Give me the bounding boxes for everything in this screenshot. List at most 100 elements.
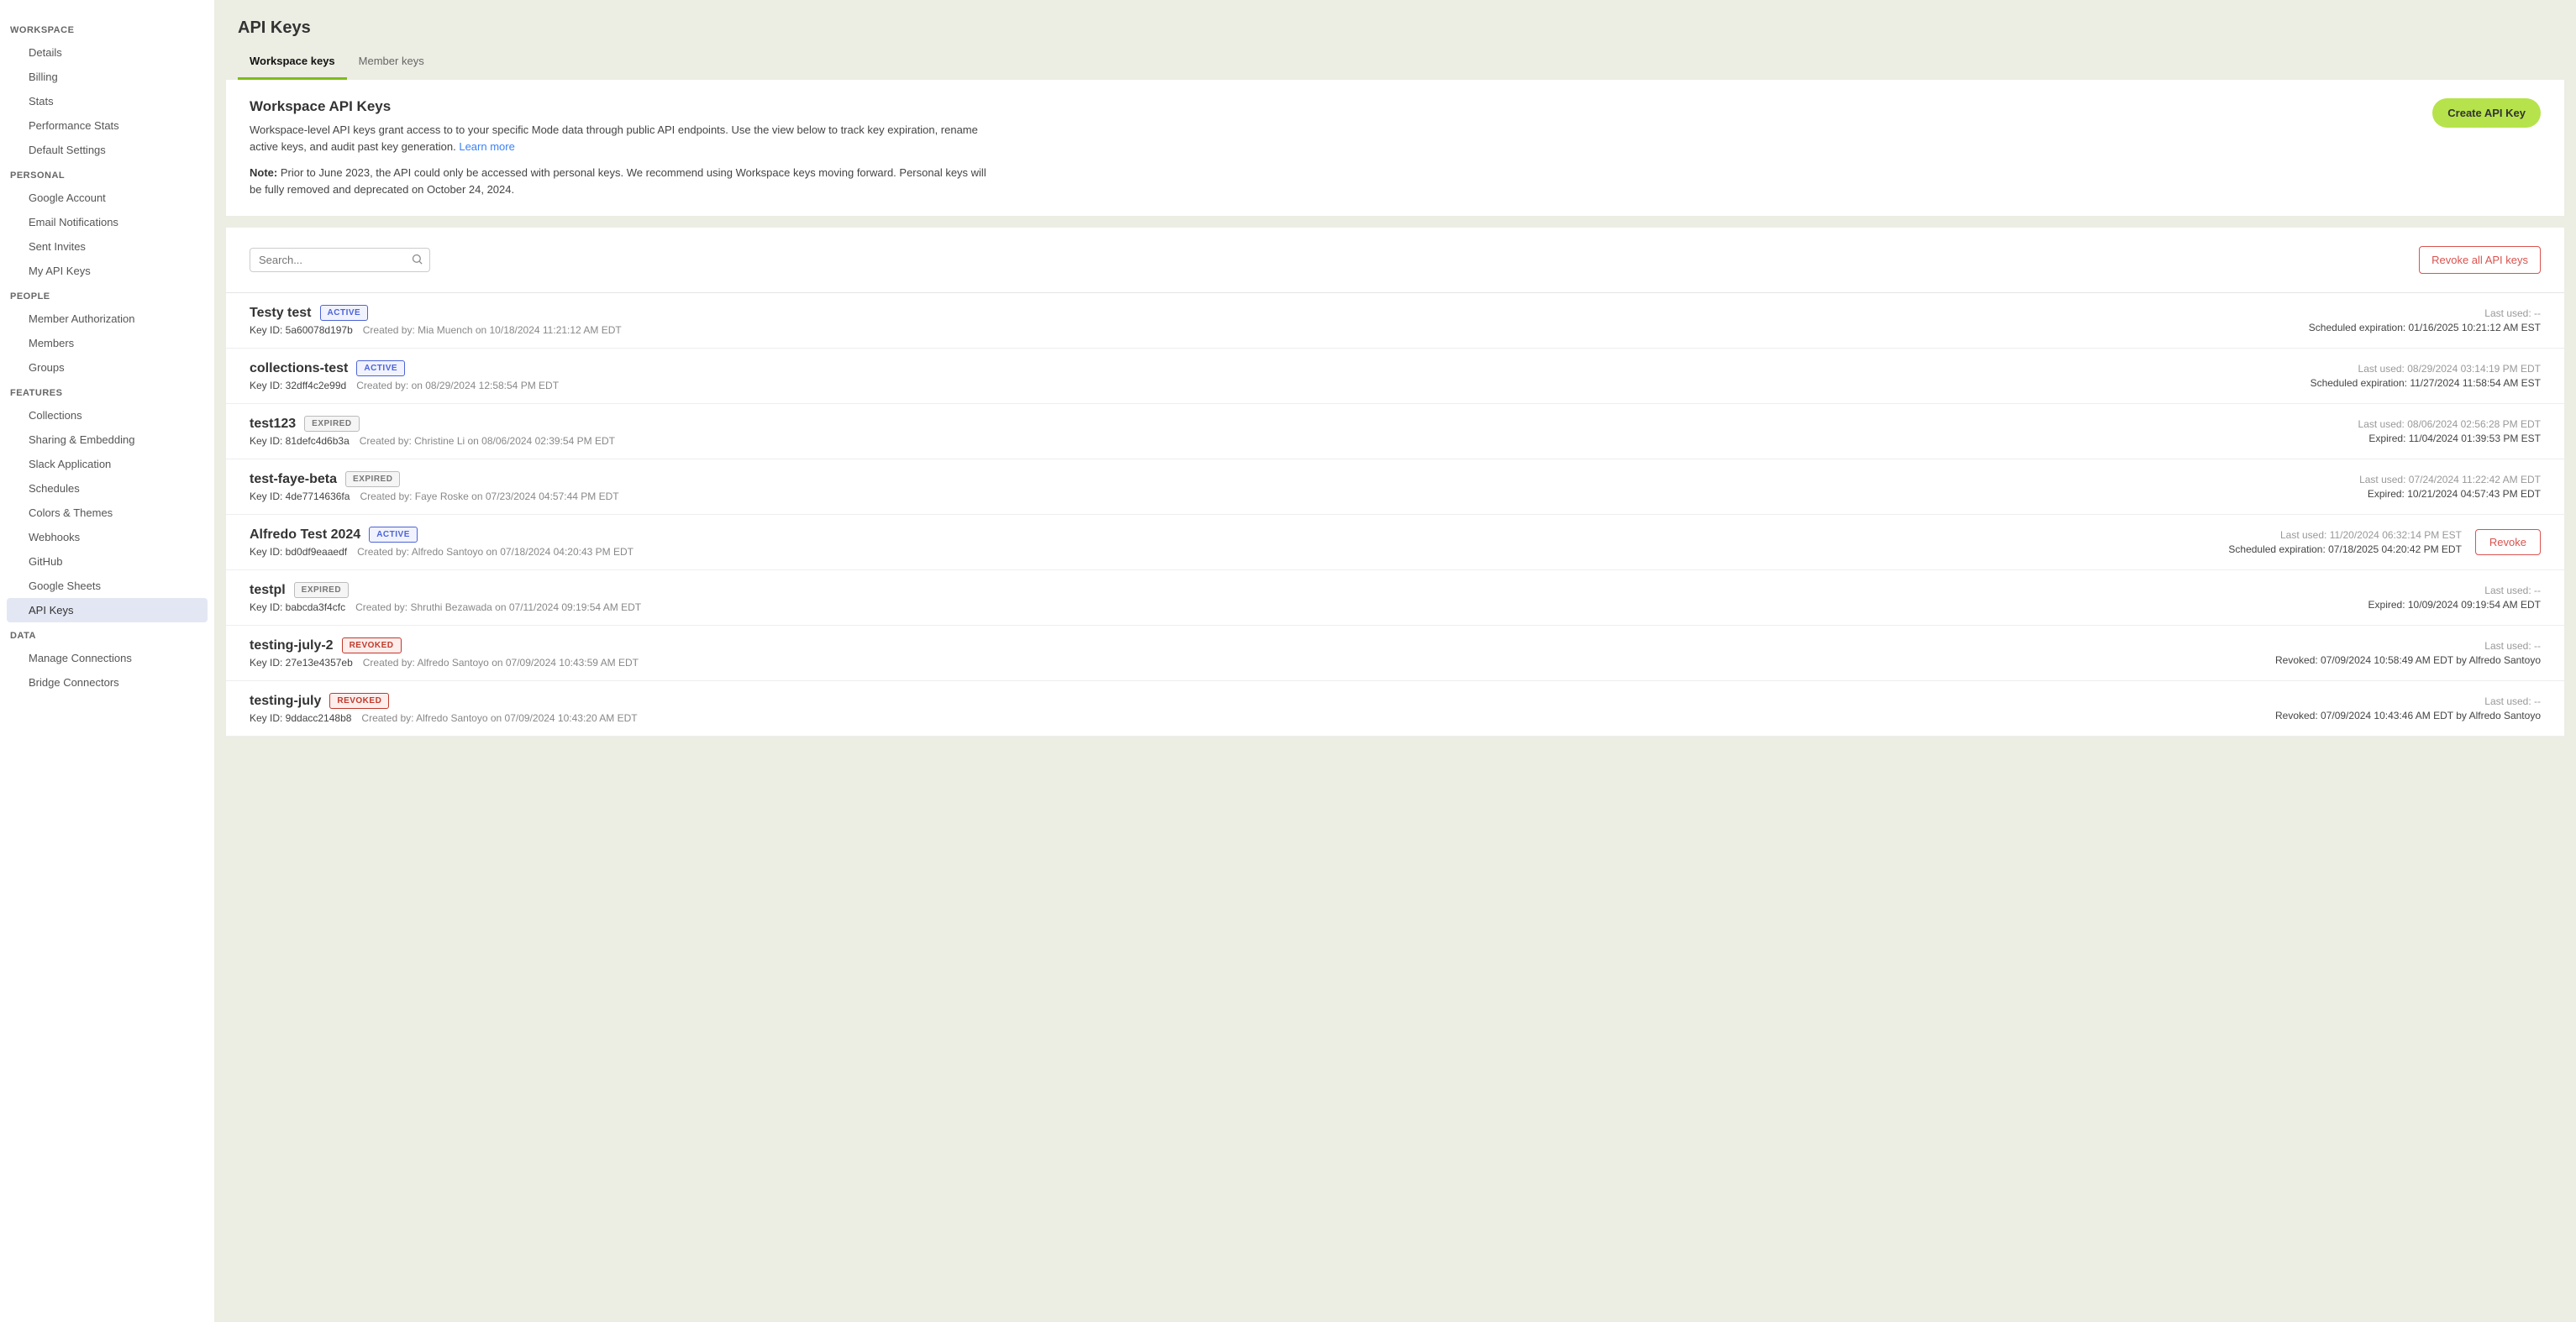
sidebar-item-bridge-connectors[interactable]: Bridge Connectors xyxy=(7,670,208,695)
keys-toolbar: Revoke all API keys xyxy=(226,228,2564,293)
last-used: Last used: -- xyxy=(2309,307,2541,319)
key-meta: Key ID: 9ddacc2148b8Created by: Alfredo … xyxy=(250,712,2258,724)
key-meta: Key ID: bd0df9eaaedfCreated by: Alfredo … xyxy=(250,546,2211,558)
sidebar-item-groups[interactable]: Groups xyxy=(7,355,208,380)
sidebar-item-schedules[interactable]: Schedules xyxy=(7,476,208,501)
sidebar-item-performance-stats[interactable]: Performance Stats xyxy=(7,113,208,138)
tab-member-keys[interactable]: Member keys xyxy=(347,45,436,80)
key-meta: Key ID: 5a60078d197bCreated by: Mia Muen… xyxy=(250,324,2292,336)
created-by: Created by: on 08/29/2024 12:58:54 PM ED… xyxy=(356,380,559,391)
api-key-row[interactable]: collections-test ACTIVE Key ID: 32dff4c2e9… xyxy=(226,349,2564,404)
status-badge: EXPIRED xyxy=(345,471,400,487)
created-by: Created by: Shruthi Bezawada on 07/11/20… xyxy=(355,601,641,613)
key-meta: Key ID: 27e13e4357eb Created by: Alfredo … xyxy=(250,657,2258,669)
sidebar-item-collections[interactable]: Collections xyxy=(7,403,208,428)
status-line: Scheduled expiration: 11/27/2024 11:58:5… xyxy=(2311,377,2541,389)
key-meta: Key ID: babcda3f4cfc Created by: Shruthi … xyxy=(250,601,2352,613)
sidebar-item-member-authorization[interactable]: Member Authorization xyxy=(7,307,208,331)
created-by: Created by: Faye Roske on 07/23/2024 04:… xyxy=(360,491,618,502)
key-name: test123 xyxy=(250,417,296,432)
sidebar-item-sharing-embedding[interactable]: Sharing & Embedding xyxy=(7,428,208,452)
key-id: Key ID: 4de7714636fa xyxy=(250,491,350,502)
key-name: Testy test xyxy=(250,306,312,321)
last-used: Last used: 11/20/2024 06:32:14 PM EST xyxy=(2228,529,2462,541)
status-line: Revoked: 07/09/2024 10:43:46 AM EDT by A… xyxy=(2275,710,2541,721)
status-line: Expired: 10/09/2024 09:19:54 AM EDT xyxy=(2368,599,2541,611)
created-by: Created by: Alfredo Santoyo on 07/09/202… xyxy=(363,657,639,669)
sidebar-item-default-settings[interactable]: Default Settings xyxy=(7,138,208,162)
status-badge: REVOKED xyxy=(329,693,389,709)
sidebar-section-header: PERSONAL xyxy=(0,162,214,186)
created-by: Created by: Mia Muench on 10/18/2024 11:… xyxy=(363,324,622,336)
create-api-key-button[interactable]: Create API Key xyxy=(2432,98,2541,128)
last-used: Last used: 08/06/2024 02:56:28 PM EDT xyxy=(2358,418,2541,430)
sidebar-item-google-account[interactable]: Google Account xyxy=(7,186,208,210)
key-name: testing-july-2 xyxy=(250,638,334,653)
key-id: Key ID: babcda3f4cfc xyxy=(250,601,345,613)
revoke-button[interactable]: Revoke xyxy=(2475,529,2541,555)
status-badge: ACTIVE xyxy=(320,305,369,321)
api-key-row[interactable]: testing-july-2REVOKEDKey ID: 27e13e4357e… xyxy=(226,626,2564,681)
status-line: Scheduled expiration: 07/18/2025 04:20:4… xyxy=(2228,543,2462,555)
sidebar-item-details[interactable]: Details xyxy=(7,40,208,65)
api-key-row[interactable]: testplEXPIREDKey ID: babcda3f4cfcCreated… xyxy=(226,570,2564,626)
last-used: Last used: 07/24/2024 11:22:42 AM EDT xyxy=(2359,474,2541,485)
key-meta: Key ID: 4de7714636fa Created by: Faye Ros… xyxy=(250,491,2342,502)
sidebar-item-google-sheets[interactable]: Google Sheets xyxy=(7,574,208,598)
search-input[interactable] xyxy=(250,248,430,272)
sidebar-item-members[interactable]: Members xyxy=(7,331,208,355)
sidebar-item-slack-application[interactable]: Slack Application xyxy=(7,452,208,476)
sidebar-section-header: PEOPLE xyxy=(0,283,214,307)
sidebar-section-header: DATA xyxy=(0,622,214,646)
key-name: testing-july xyxy=(250,694,321,709)
key-name: test-faye-beta xyxy=(250,472,337,487)
api-key-row[interactable]: test-faye-beta EXPIRED Key ID: 4de7714636f… xyxy=(226,459,2564,515)
search-icon xyxy=(411,253,423,268)
main-content: API Keys Workspace keysMember keys Works… xyxy=(214,0,2576,1322)
section-title: Workspace API Keys xyxy=(250,98,989,115)
sidebar-item-github[interactable]: GitHub xyxy=(7,549,208,574)
tabs: Workspace keysMember keys xyxy=(214,45,2576,80)
sidebar: WORKSPACEDetailsBillingStatsPerformance … xyxy=(0,0,214,1322)
sidebar-section-header: FEATURES xyxy=(0,380,214,403)
api-key-row[interactable]: testing-july REVOKED Key ID: 9ddacc2148b8C… xyxy=(226,681,2564,737)
sidebar-item-webhooks[interactable]: Webhooks xyxy=(7,525,208,549)
status-line: Revoked: 07/09/2024 10:58:49 AM EDT by A… xyxy=(2275,654,2541,666)
page-title: API Keys xyxy=(214,0,2576,45)
key-id: Key ID: 9ddacc2148b8 xyxy=(250,712,351,724)
revoke-all-button[interactable]: Revoke all API keys xyxy=(2419,246,2541,274)
key-name: collections-test xyxy=(250,361,348,376)
learn-more-link[interactable]: Learn more xyxy=(459,140,514,153)
api-key-row[interactable]: test123 EXPIRED Key ID: 81defc4d6b3a Create… xyxy=(226,404,2564,459)
status-badge: EXPIRED xyxy=(304,416,359,432)
key-id: Key ID: 32dff4c2e99d xyxy=(250,380,346,391)
status-badge: ACTIVE xyxy=(369,527,418,543)
last-used: Last used: -- xyxy=(2368,585,2541,596)
sidebar-item-sent-invites[interactable]: Sent Invites xyxy=(7,234,208,259)
section-description: Workspace-level API keys grant access to… xyxy=(250,122,989,155)
keys-list: Testy test ACTIVE Key ID: 5a60078d197bCrea… xyxy=(226,293,2564,737)
sidebar-item-my-api-keys[interactable]: My API Keys xyxy=(7,259,208,283)
sidebar-section-header: WORKSPACE xyxy=(0,17,214,40)
sidebar-item-stats[interactable]: Stats xyxy=(7,89,208,113)
key-meta: Key ID: 81defc4d6b3a Created by: Christin… xyxy=(250,435,2342,447)
keys-panel: Revoke all API keys Testy test ACTIVE Key … xyxy=(226,228,2564,737)
key-id: Key ID: bd0df9eaaedf xyxy=(250,546,347,558)
status-line: Expired: 11/04/2024 01:39:53 PM EST xyxy=(2358,433,2541,444)
status-badge: ACTIVE xyxy=(356,360,405,376)
sidebar-item-colors-themes[interactable]: Colors & Themes xyxy=(7,501,208,525)
sidebar-item-billing[interactable]: Billing xyxy=(7,65,208,89)
sidebar-item-api-keys[interactable]: API Keys xyxy=(7,598,208,622)
created-by: Created by: Christine Li on 08/06/2024 0… xyxy=(360,435,615,447)
deprecation-note: Note: Prior to June 2023, the API could … xyxy=(250,165,989,197)
status-badge: EXPIRED xyxy=(294,582,349,598)
tab-workspace-keys[interactable]: Workspace keys xyxy=(238,45,347,80)
api-key-row[interactable]: Alfredo Test 2024 ACTIVE Key ID: bd0df9eaa… xyxy=(226,515,2564,570)
key-id: Key ID: 81defc4d6b3a xyxy=(250,435,350,447)
key-id: Key ID: 27e13e4357eb xyxy=(250,657,353,669)
search-wrap xyxy=(250,248,430,272)
sidebar-item-email-notifications[interactable]: Email Notifications xyxy=(7,210,208,234)
key-name: Alfredo Test 2024 xyxy=(250,527,360,543)
sidebar-item-manage-connections[interactable]: Manage Connections xyxy=(7,646,208,670)
api-key-row[interactable]: Testy test ACTIVE Key ID: 5a60078d197bCrea… xyxy=(226,293,2564,349)
